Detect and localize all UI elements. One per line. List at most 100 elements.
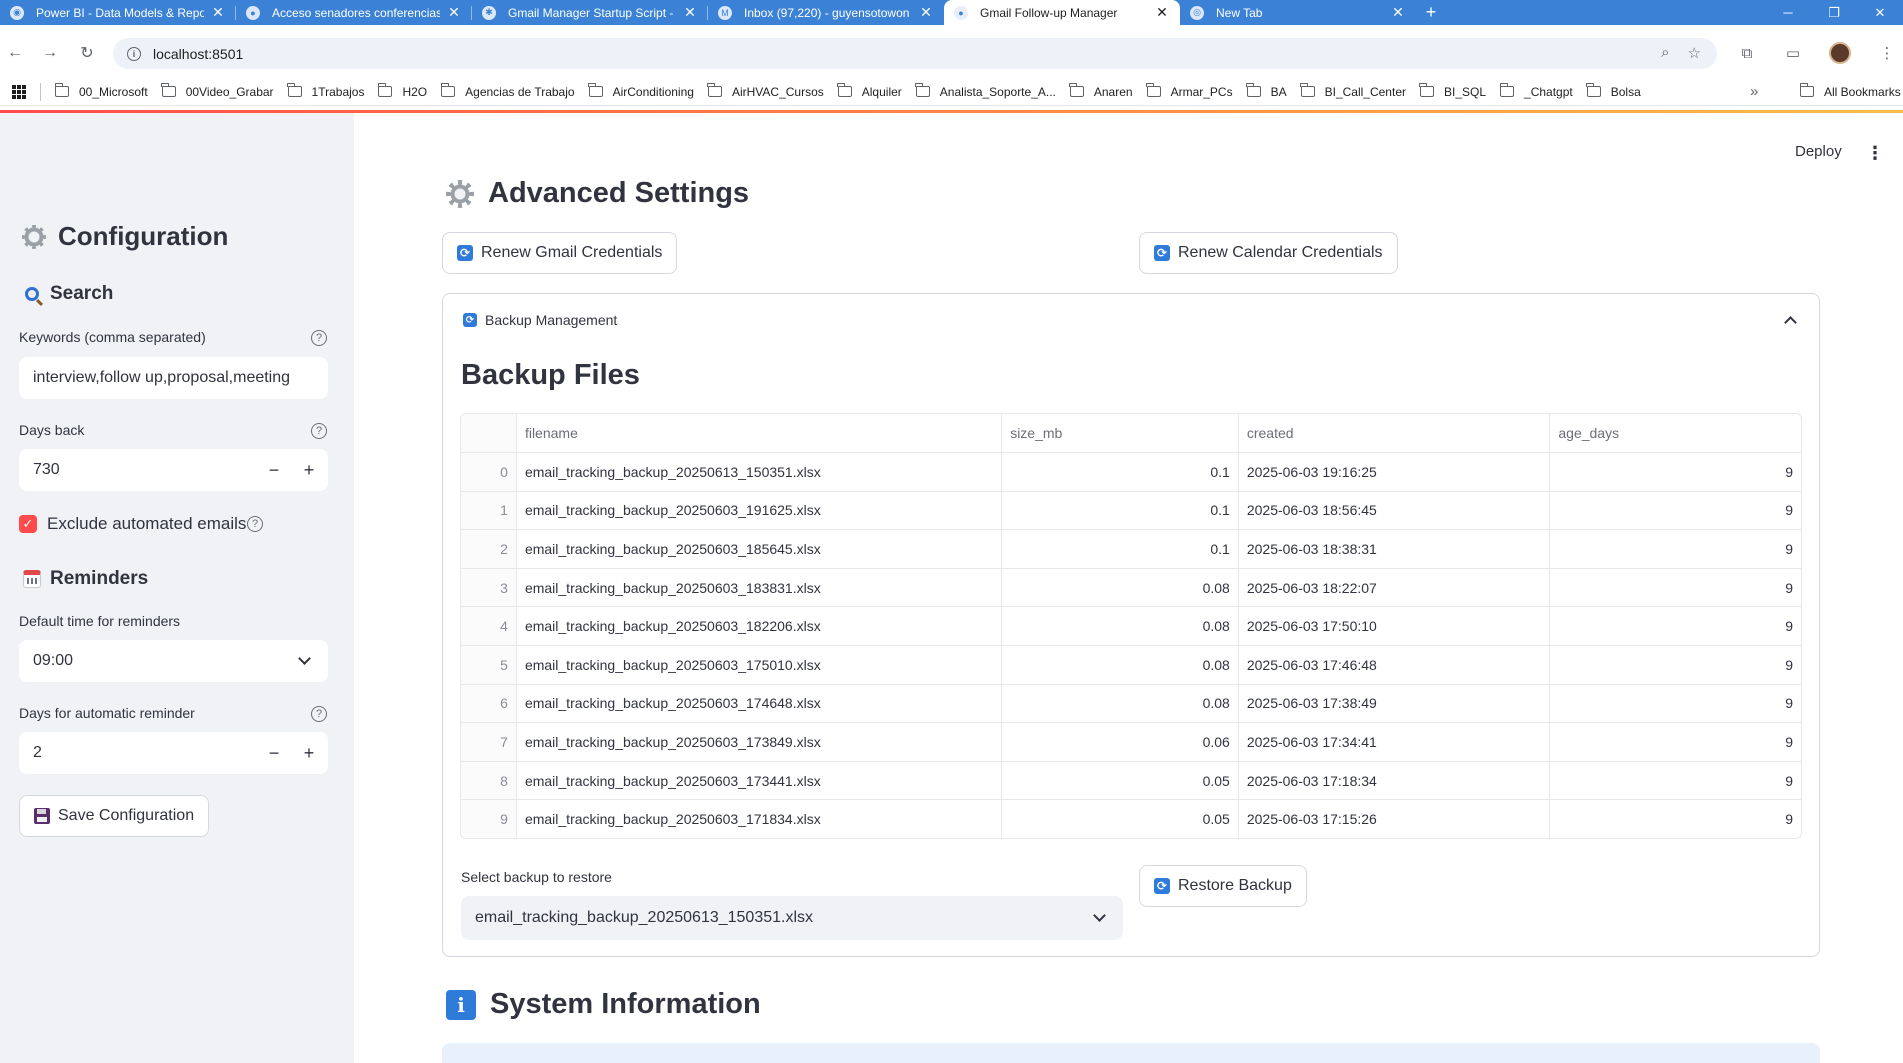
bookmark-folder[interactable]: 00Video_Grabar (161, 83, 274, 99)
filename-cell[interactable]: email_tracking_backup_20250603_183831.xl… (515, 568, 1001, 607)
browser-menu-icon[interactable]: ⋮ (1877, 43, 1897, 63)
filename-cell[interactable]: email_tracking_backup_20250603_191625.xl… (515, 491, 1001, 530)
created-cell[interactable]: 2025-06-03 18:22:07 (1237, 568, 1550, 607)
more-bookmarks-icon[interactable]: » (1750, 83, 1758, 100)
size-cell[interactable]: 0.08 (1001, 645, 1238, 684)
increment-button[interactable]: + (297, 458, 321, 482)
age-cell[interactable]: 9 (1549, 607, 1801, 645)
column-header-size[interactable]: size_mb (1001, 414, 1238, 452)
browser-tab[interactable]: ◉ Power BI - Data Models & Repo ✕ (0, 0, 236, 25)
exclude-automated-checkbox[interactable]: ✓ (19, 515, 37, 533)
bookmark-folder[interactable]: BI_Call_Center (1300, 83, 1406, 99)
decrement-button[interactable]: − (262, 741, 286, 765)
size-cell[interactable]: 0.1 (1001, 530, 1238, 568)
bookmark-folder[interactable]: Analista_Soporte_A... (915, 83, 1056, 99)
created-cell[interactable]: 2025-06-03 17:38:49 (1237, 684, 1550, 723)
close-tab-icon[interactable]: ✕ (446, 4, 462, 21)
close-window-icon[interactable]: ✕ (1857, 0, 1903, 25)
expander-header[interactable]: ⟳ Backup Management (463, 312, 617, 328)
age-cell[interactable]: 9 (1549, 723, 1801, 761)
all-bookmarks-folder[interactable]: All Bookmarks (1799, 83, 1901, 99)
url-bar[interactable]: i localhost:8501 ⌕ ☆ (113, 38, 1717, 69)
browser-tab[interactable]: M Inbox (97,220) - guyensotowon ✕ (708, 0, 944, 25)
table-row[interactable]: 3 email_tracking_backup_20250603_183831.x… (461, 567, 1801, 607)
browser-tab[interactable]: ● Acceso senadores conferencias ✕ (236, 0, 472, 25)
bookmark-folder[interactable]: AirHVAC_Cursos (707, 83, 824, 99)
size-cell[interactable]: 0.05 (1001, 800, 1238, 838)
bookmark-folder[interactable]: Bolsa (1586, 83, 1641, 99)
browser-tab-active[interactable]: ● Gmail Follow-up Manager ✕ (944, 0, 1180, 25)
table-row[interactable]: 2 email_tracking_backup_20250603_185645.x… (461, 529, 1801, 568)
close-tab-icon[interactable]: ✕ (1154, 4, 1170, 21)
created-cell[interactable]: 2025-06-03 18:56:45 (1237, 491, 1550, 530)
size-cell[interactable]: 0.1 (1001, 491, 1238, 530)
cast-icon[interactable]: ▭ (1783, 43, 1803, 63)
profile-avatar[interactable] (1829, 42, 1851, 64)
forward-icon[interactable]: → (39, 42, 61, 64)
created-cell[interactable]: 2025-06-03 17:34:41 (1237, 723, 1550, 761)
backup-files-table[interactable]: filename size_mb created age_days 0 email… (460, 413, 1802, 839)
created-cell[interactable]: 2025-06-03 17:15:26 (1237, 800, 1550, 838)
main-menu-icon[interactable]: ⋮ (1866, 143, 1884, 164)
bookmark-folder[interactable]: 1Trabajos (287, 83, 364, 99)
filename-cell[interactable]: email_tracking_backup_20250603_174648.xl… (515, 684, 1001, 723)
zoom-icon[interactable]: ⌕ (1661, 44, 1669, 62)
table-row[interactable]: 9 email_tracking_backup_20250603_171834.x… (461, 799, 1801, 838)
table-row[interactable]: 0 email_tracking_backup_20250613_150351.x… (461, 452, 1801, 491)
size-cell[interactable]: 0.05 (1001, 761, 1238, 800)
size-cell[interactable]: 0.08 (1001, 568, 1238, 607)
size-cell[interactable]: 0.08 (1001, 607, 1238, 645)
reload-icon[interactable]: ↻ (76, 42, 98, 64)
created-cell[interactable]: 2025-06-03 17:46:48 (1237, 645, 1550, 684)
bookmark-folder[interactable]: Alquiler (837, 83, 902, 99)
renew-calendar-button[interactable]: ⟳ Renew Calendar Credentials (1139, 232, 1398, 274)
table-row[interactable]: 5 email_tracking_backup_20250603_175010.x… (461, 644, 1801, 684)
restore-icon[interactable]: ❐ (1811, 0, 1857, 25)
table-row[interactable]: 8 email_tracking_backup_20250603_173441.x… (461, 760, 1801, 800)
filename-cell[interactable]: email_tracking_backup_20250603_175010.xl… (515, 645, 1001, 684)
table-row[interactable]: 4 email_tracking_backup_20250603_182206.x… (461, 606, 1801, 645)
increment-button[interactable]: + (297, 741, 321, 765)
created-cell[interactable]: 2025-06-03 17:50:10 (1237, 607, 1550, 645)
age-cell[interactable]: 9 (1549, 684, 1801, 723)
age-cell[interactable]: 9 (1549, 491, 1801, 530)
close-tab-icon[interactable]: ✕ (682, 4, 698, 21)
site-info-icon[interactable]: i (127, 46, 141, 61)
column-header-filename[interactable]: filename (515, 414, 1001, 452)
created-cell[interactable]: 2025-06-03 19:16:25 (1237, 453, 1550, 491)
created-cell[interactable]: 2025-06-03 17:18:34 (1237, 761, 1550, 800)
close-tab-icon[interactable]: ✕ (918, 4, 934, 21)
bookmark-star-icon[interactable]: ☆ (1688, 44, 1701, 62)
age-cell[interactable]: 9 (1549, 453, 1801, 491)
age-cell[interactable]: 9 (1549, 761, 1801, 800)
bookmark-folder[interactable]: 00_Microsoft (54, 83, 148, 99)
chevron-up-icon[interactable] (1784, 316, 1797, 329)
close-tab-icon[interactable]: ✕ (210, 4, 226, 21)
filename-cell[interactable]: email_tracking_backup_20250603_173849.xl… (515, 723, 1001, 761)
filename-cell[interactable]: email_tracking_backup_20250613_150351.xl… (515, 453, 1001, 491)
age-cell[interactable]: 9 (1549, 530, 1801, 568)
size-cell[interactable]: 0.06 (1001, 723, 1238, 761)
browser-tab[interactable]: ✱ Gmail Manager Startup Script - ✕ (472, 0, 708, 25)
table-row[interactable]: 7 email_tracking_backup_20250603_173849.x… (461, 722, 1801, 761)
filename-cell[interactable]: email_tracking_backup_20250603_185645.xl… (515, 530, 1001, 568)
minimize-icon[interactable]: ─ (1765, 0, 1811, 25)
renew-gmail-button[interactable]: ⟳ Renew Gmail Credentials (442, 232, 678, 274)
filename-cell[interactable]: email_tracking_backup_20250603_171834.xl… (515, 800, 1001, 838)
created-cell[interactable]: 2025-06-03 18:38:31 (1237, 530, 1550, 568)
back-icon[interactable]: ← (4, 42, 26, 64)
restore-backup-button[interactable]: ⟳ Restore Backup (1139, 865, 1307, 907)
deploy-button[interactable]: Deploy (1795, 143, 1842, 160)
bookmark-folder[interactable]: BA (1246, 83, 1287, 99)
help-icon[interactable]: ? (311, 423, 327, 439)
age-cell[interactable]: 9 (1549, 800, 1801, 838)
column-header-created[interactable]: created (1237, 414, 1550, 452)
size-cell[interactable]: 0.1 (1001, 453, 1238, 491)
age-cell[interactable]: 9 (1549, 645, 1801, 684)
apps-grid-icon[interactable] (12, 84, 26, 99)
bookmark-folder[interactable]: _Chatgpt (1499, 83, 1573, 99)
default-time-select[interactable]: 09:00 (19, 640, 328, 682)
bookmark-folder[interactable]: Armar_PCs (1146, 83, 1233, 99)
table-row[interactable]: 1 email_tracking_backup_20250603_191625.x… (461, 490, 1801, 530)
column-header-age[interactable]: age_days (1549, 414, 1801, 452)
